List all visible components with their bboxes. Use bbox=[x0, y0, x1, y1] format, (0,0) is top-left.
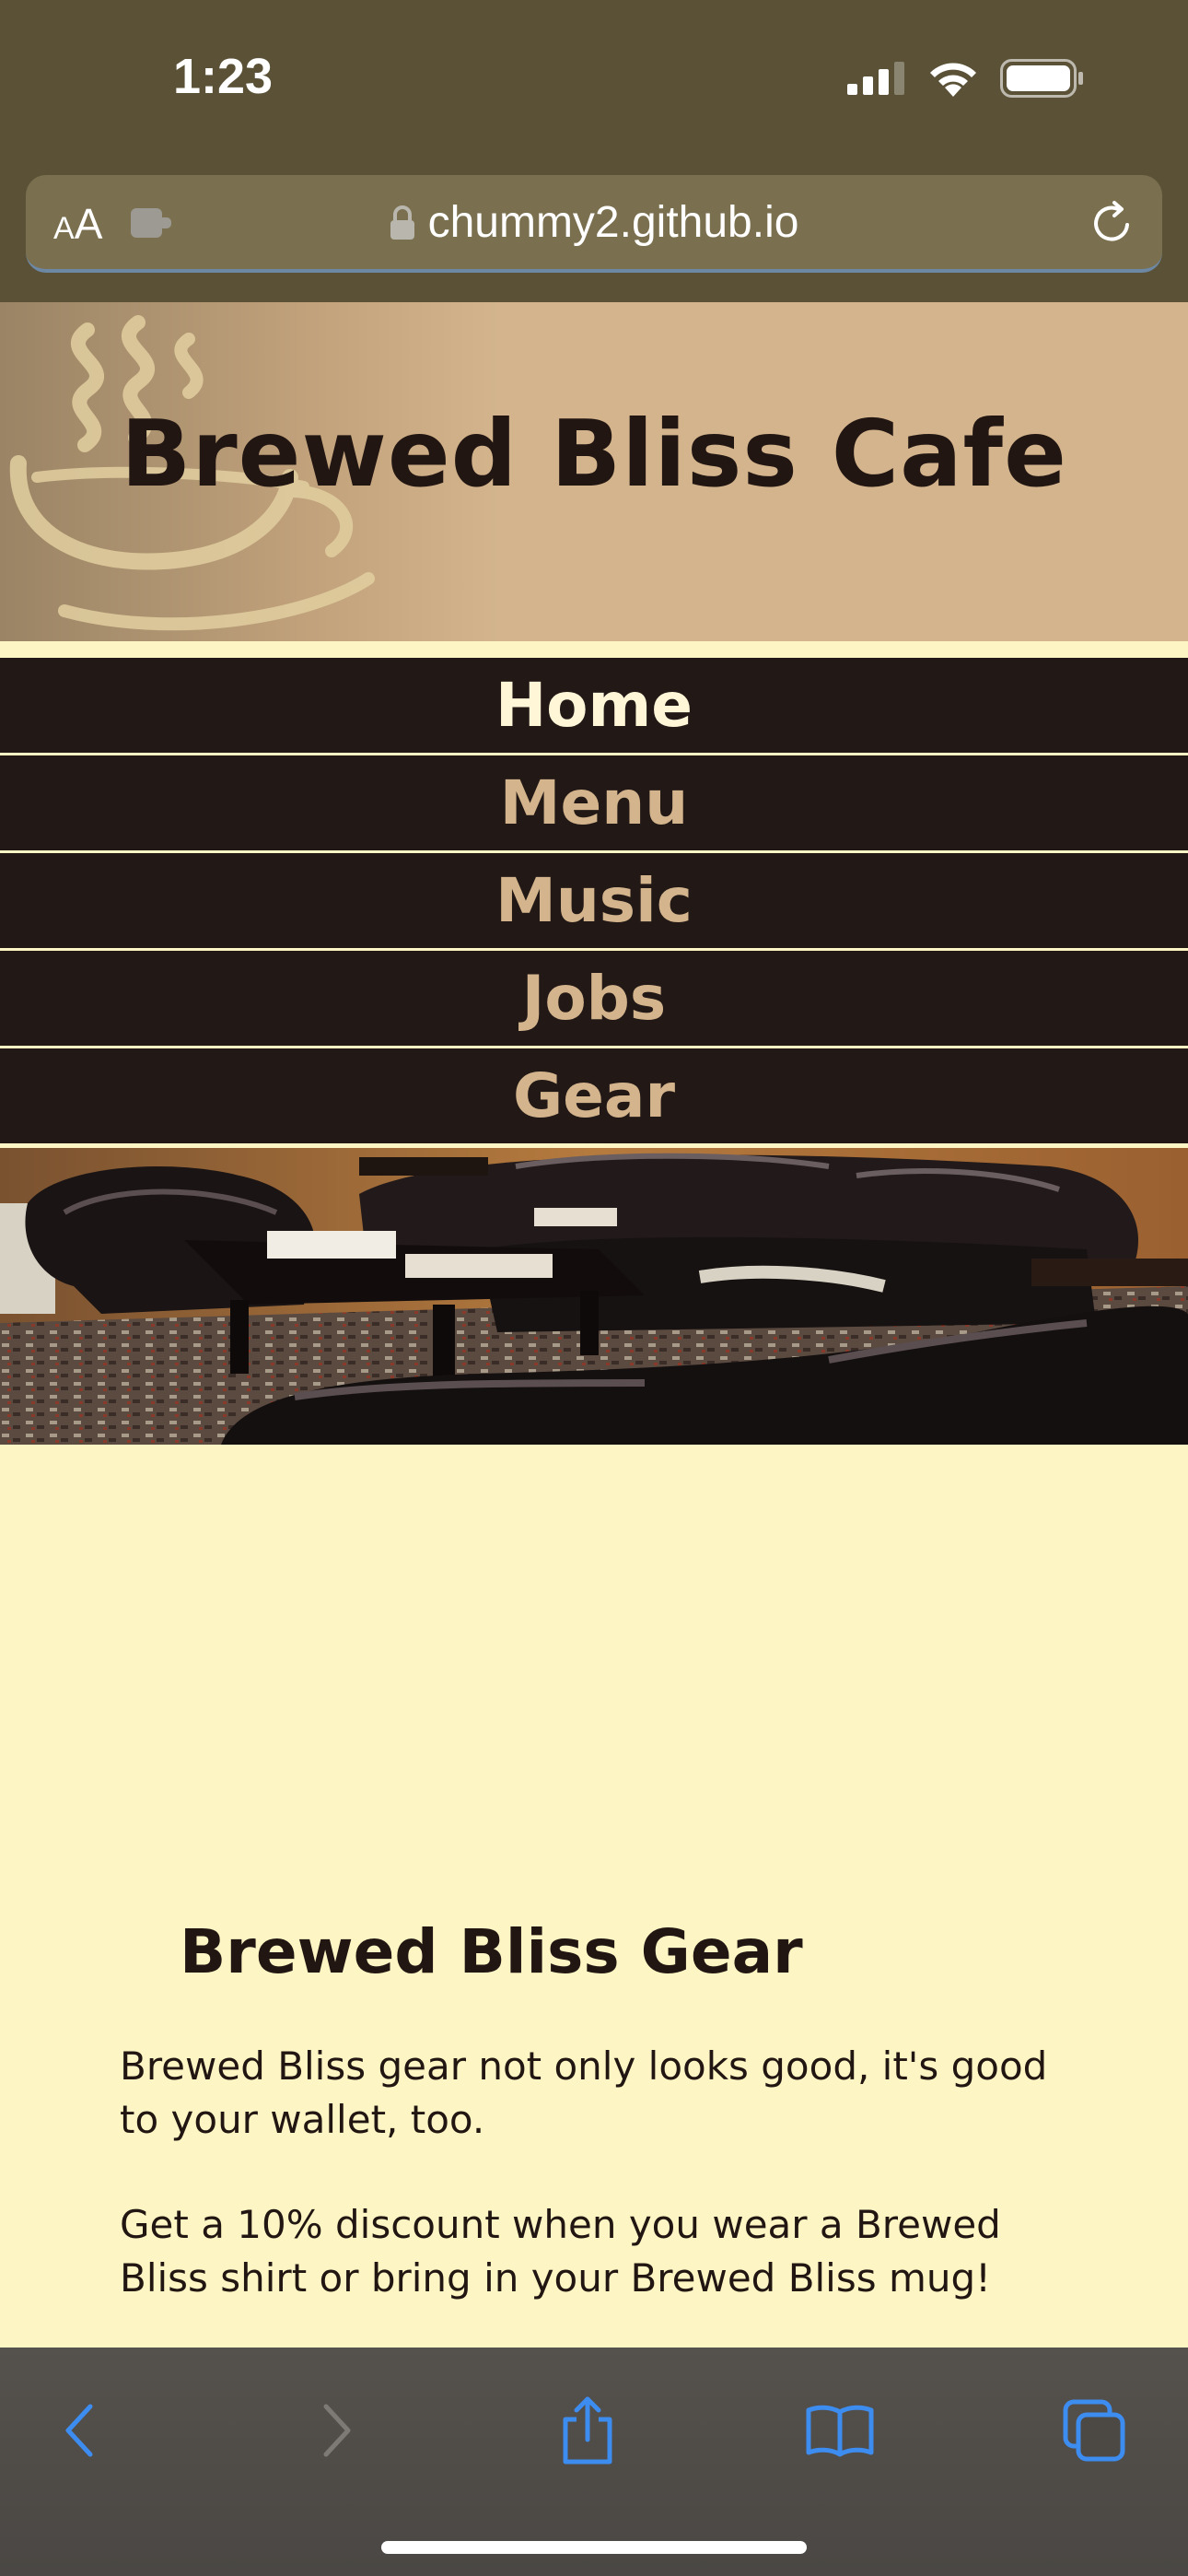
tabs-icon bbox=[1062, 2398, 1126, 2466]
share-button[interactable] bbox=[551, 2395, 624, 2469]
forward-button[interactable] bbox=[300, 2395, 374, 2469]
nav-item-gear[interactable]: Gear bbox=[0, 1048, 1188, 1146]
gear-paragraph-1: Brewed Bliss gear not only looks good, i… bbox=[120, 2043, 1048, 2142]
chevron-right-icon bbox=[317, 2401, 357, 2464]
status-icons bbox=[847, 59, 1085, 101]
main-content: Brewed Bliss Gear Brewed Bliss gear not … bbox=[0, 1445, 1188, 2348]
share-icon bbox=[558, 2395, 617, 2469]
tabs-button[interactable] bbox=[1057, 2395, 1131, 2469]
bookmarks-button[interactable] bbox=[803, 2395, 877, 2469]
browser-bottom-toolbar bbox=[0, 2348, 1188, 2576]
wifi-icon bbox=[926, 60, 980, 100]
nav-item-music[interactable]: Music bbox=[0, 853, 1188, 951]
status-time: 1:23 bbox=[173, 49, 274, 104]
gear-heading: Brewed Bliss Gear bbox=[180, 1916, 803, 1987]
browser-top-chrome: 1:23 AA chummy2.github.io bbox=[0, 0, 1188, 302]
home-indicator[interactable] bbox=[381, 2541, 807, 2554]
back-button[interactable] bbox=[42, 2395, 116, 2469]
url-text: chummy2.github.io bbox=[427, 198, 799, 247]
chevron-left-icon bbox=[59, 2401, 99, 2464]
reload-icon[interactable] bbox=[1087, 197, 1138, 252]
battery-icon bbox=[1000, 59, 1085, 101]
book-icon bbox=[805, 2403, 875, 2462]
url-display[interactable]: chummy2.github.io bbox=[26, 197, 1162, 252]
site-title: Brewed Bliss Cafe bbox=[121, 400, 1067, 508]
nav-item-home[interactable]: Home bbox=[0, 658, 1188, 755]
lock-icon bbox=[390, 201, 415, 252]
lounge-hero-image bbox=[0, 1148, 1188, 1445]
address-bar[interactable]: AA chummy2.github.io bbox=[26, 175, 1162, 273]
cellular-signal-icon bbox=[847, 62, 906, 99]
nav-item-menu[interactable]: Menu bbox=[0, 755, 1188, 853]
nav-item-jobs[interactable]: Jobs bbox=[0, 951, 1188, 1048]
gear-paragraph-2: Get a 10% discount when you wear a Brewe… bbox=[120, 2202, 1001, 2301]
main-nav: Home Menu Music Jobs Gear bbox=[0, 654, 1188, 1146]
site-header: Brewed Bliss Cafe bbox=[0, 302, 1188, 641]
